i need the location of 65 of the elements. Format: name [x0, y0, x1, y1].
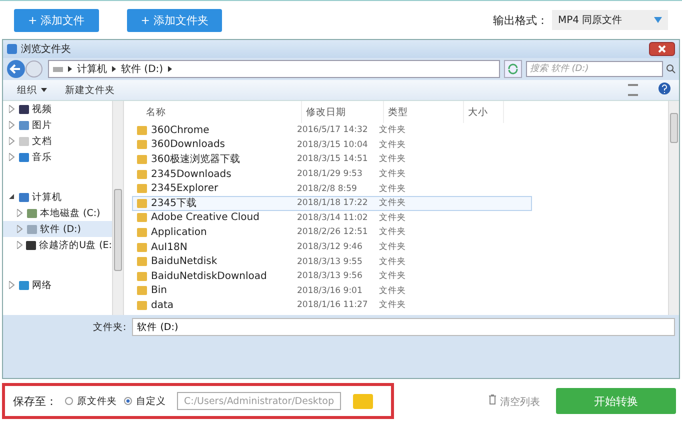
- file-row[interactable]: 2345下载 2018/1/18 17:22 文件夹: [132, 196, 532, 211]
- collapsed-arrow-icon[interactable]: [9, 137, 16, 145]
- file-row[interactable]: BaiduNetdisk 2018/3/13 9:55 文件夹: [132, 254, 532, 269]
- command-button[interactable]: 新建文件夹: [59, 82, 121, 98]
- collapsed-arrow-icon[interactable]: [9, 281, 16, 289]
- search-field[interactable]: 搜索 软件 (D:): [526, 61, 663, 77]
- close-button[interactable]: [649, 42, 675, 56]
- radio-label[interactable]: 原文件夹: [77, 394, 117, 408]
- expanded-arrow-icon[interactable]: [9, 194, 16, 200]
- radio-button[interactable]: [65, 397, 73, 405]
- collapsed-arrow-icon[interactable]: [17, 225, 24, 233]
- file-row[interactable]: BaiduNetdiskDownload 2018/3/13 9:56 文件夹: [132, 268, 532, 284]
- file-row[interactable]: AuI18N 2018/3/12 9:46 文件夹: [132, 240, 532, 254]
- file-row[interactable]: Bin 2018/3/16 9:01 文件夹: [132, 284, 532, 298]
- nav-item[interactable]: 文档: [3, 133, 112, 149]
- nav-item[interactable]: 网络: [3, 277, 112, 293]
- column-header[interactable]: 修改日期: [302, 101, 384, 123]
- format-label: 输出格式：: [493, 12, 548, 28]
- window-title: 浏览文件夹: [21, 42, 71, 56]
- scrollbar[interactable]: [668, 101, 679, 315]
- format-dropdown[interactable]: MP4 同原文件: [552, 10, 668, 30]
- collapsed-arrow-icon[interactable]: [9, 121, 16, 129]
- file-row[interactable]: data 2018/1/16 11:27 文件夹: [132, 298, 532, 313]
- collapsed-arrow-icon[interactable]: [9, 105, 16, 113]
- collapsed-arrow-icon[interactable]: [9, 153, 16, 161]
- column-header[interactable]: 大小: [464, 101, 504, 123]
- close-icon: [658, 45, 666, 53]
- chevron-icon[interactable]: [112, 66, 116, 72]
- file-row[interactable]: 360Downloads 2018/3/15 10:04 文件夹: [132, 138, 532, 152]
- column-header[interactable]: 类型: [384, 101, 464, 123]
- file-row[interactable]: Application 2018/2/26 12:51 文件夹: [132, 225, 532, 240]
- file-row[interactable]: 2345Explorer 2018/2/8 8:59 文件夹: [132, 181, 532, 196]
- search-icon[interactable]: [666, 64, 676, 74]
- file-row[interactable]: Adobe Creative Cloud 2018/3/14 11:02 文件夹: [132, 210, 532, 226]
- file-row[interactable]: 2345Downloads 2018/1/29 9:53 文件夹: [132, 166, 532, 182]
- back-forward-icon[interactable]: [6, 59, 44, 79]
- folder-field[interactable]: 软件 (D:): [132, 318, 675, 336]
- nav-item[interactable]: 徐越济的U盘 (E:: [3, 237, 112, 253]
- refresh-icon[interactable]: [504, 60, 522, 78]
- trash-icon: [488, 394, 497, 404]
- file-row[interactable]: 360Chrome 2016/5/17 14:32 文件夹: [132, 123, 532, 138]
- nav-item[interactable]: 软件 (D:): [3, 221, 112, 237]
- nav-item[interactable]: 音乐: [3, 149, 112, 165]
- file-row[interactable]: 360极速浏览器下载 2018/3/15 14:51 文件夹: [132, 152, 532, 167]
- breadcrumb-item[interactable]: 计算机: [77, 62, 107, 76]
- collapsed-arrow-icon[interactable]: [17, 241, 24, 249]
- folder-label: 文件夹:: [93, 320, 126, 334]
- view-options-icon[interactable]: [628, 84, 638, 96]
- column-header[interactable]: 名称: [142, 101, 302, 123]
- nav-item[interactable]: 本地磁盘 (C:): [3, 205, 112, 221]
- command-button[interactable]: 组织: [11, 82, 53, 98]
- breadcrumb-item[interactable]: 软件 (D:): [121, 62, 164, 76]
- chevron-icon[interactable]: [168, 66, 172, 72]
- chevron-icon[interactable]: [68, 66, 72, 72]
- caret-icon: [654, 17, 662, 23]
- scrollbar[interactable]: [112, 101, 123, 315]
- nav-item[interactable]: 图片: [3, 117, 112, 133]
- radio-button[interactable]: [124, 397, 132, 405]
- nav-item[interactable]: 计算机: [3, 189, 112, 205]
- clear-list-button[interactable]: 清空列表: [482, 392, 546, 410]
- caret-icon: [41, 88, 47, 92]
- radio-label[interactable]: 自定义: [136, 394, 166, 408]
- collapsed-arrow-icon[interactable]: [17, 209, 24, 217]
- nav-item[interactable]: 视频: [3, 101, 112, 117]
- save-label: 保存至：: [13, 394, 57, 408]
